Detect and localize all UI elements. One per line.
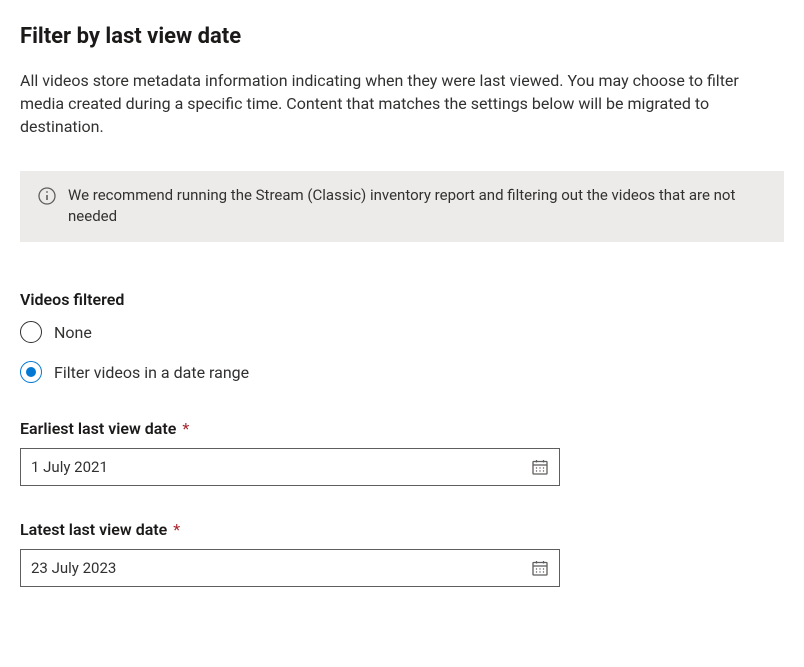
earliest-date-label: Earliest last view date * [20, 419, 560, 438]
filter-section-label: Videos filtered [20, 290, 784, 309]
latest-date-input[interactable]: 23 July 2023 [20, 549, 560, 587]
radio-icon [20, 361, 42, 383]
earliest-date-input[interactable]: 1 July 2021 [20, 448, 560, 486]
filter-radio-group: None Filter videos in a date range [20, 321, 784, 383]
label-text: Latest last view date [20, 520, 167, 539]
required-marker: * [182, 419, 189, 438]
recommendation-text: We recommend running the Stream (Classic… [68, 185, 766, 229]
radio-label: Filter videos in a date range [54, 363, 249, 382]
required-marker: * [173, 520, 180, 539]
calendar-icon[interactable] [531, 458, 549, 476]
calendar-icon[interactable] [531, 559, 549, 577]
latest-date-label: Latest last view date * [20, 520, 560, 539]
earliest-date-value: 1 July 2021 [31, 458, 531, 476]
recommendation-banner: We recommend running the Stream (Classic… [20, 171, 784, 243]
radio-option-range[interactable]: Filter videos in a date range [20, 361, 784, 383]
latest-date-value: 23 July 2023 [31, 559, 531, 577]
label-text: Earliest last view date [20, 419, 176, 438]
latest-date-field: Latest last view date * 23 July 2023 [20, 520, 560, 587]
radio-icon [20, 321, 42, 343]
earliest-date-field: Earliest last view date * 1 July 2021 [20, 419, 560, 486]
radio-selected-dot [26, 367, 36, 377]
radio-label: None [54, 323, 92, 342]
page-title: Filter by last view date [20, 24, 784, 49]
info-icon [38, 187, 56, 205]
radio-option-none[interactable]: None [20, 321, 784, 343]
page-description: All videos store metadata information in… [20, 69, 780, 139]
